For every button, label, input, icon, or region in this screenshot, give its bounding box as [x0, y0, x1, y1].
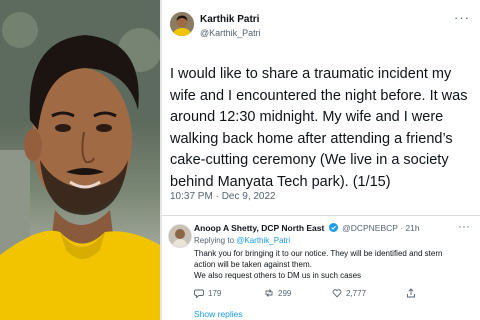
author-name[interactable]: Karthik Patri: [200, 14, 259, 25]
reply-text: Thank you for bringing it to our notice.…: [194, 248, 464, 281]
comment-icon: [194, 289, 204, 298]
heart-icon: [332, 289, 342, 298]
retweet-count: 299: [278, 288, 292, 298]
reply-actions: 179 299 2,777: [194, 288, 464, 300]
reply-count: 179: [208, 288, 222, 298]
like-action[interactable]: 2,777: [332, 288, 366, 298]
reply-author-avatar[interactable]: [168, 224, 192, 248]
profile-photo: [0, 0, 160, 320]
reply-header: Anoop A Shetty, DCP North East @DCPNEBCP…: [194, 223, 420, 233]
reply-text-line: We also request others to DM us in such …: [194, 271, 362, 280]
show-replies-link[interactable]: Show replies: [194, 309, 243, 319]
tweet-timestamp[interactable]: 10:37 PM · Dec 9, 2022: [170, 191, 276, 202]
replying-to-link[interactable]: @Karthik_Patri: [236, 236, 290, 245]
like-count: 2,777: [346, 288, 367, 298]
reply-more-options-icon[interactable]: ···: [458, 219, 470, 233]
replying-to: Replying to @Karthik_Patri: [194, 236, 290, 245]
share-action[interactable]: [406, 288, 416, 298]
retweet-action[interactable]: 299: [264, 288, 291, 298]
author-handle[interactable]: @Karthik_Patri: [200, 28, 261, 38]
reply-time[interactable]: · 21h: [400, 223, 419, 233]
tweet-text: I would like to share a traumatic incide…: [170, 66, 468, 190]
verified-badge-icon: [328, 223, 338, 232]
author-avatar[interactable]: [170, 12, 194, 36]
reply-author-name[interactable]: Anoop A Shetty, DCP North East: [194, 223, 324, 233]
more-options-icon[interactable]: ···: [454, 10, 470, 25]
replying-to-prefix: Replying to: [194, 236, 235, 245]
reply-card[interactable]: Anoop A Shetty, DCP North East @DCPNEBCP…: [162, 216, 480, 320]
tweet-card[interactable]: Karthik Patri @Karthik_Patri ··· I would…: [162, 0, 480, 215]
retweet-icon: [265, 289, 273, 297]
reply-author-handle[interactable]: @DCPNEBCP: [342, 223, 398, 233]
share-icon: [407, 288, 415, 298]
reply-text-line: Thank you for bringing it to our notice.…: [194, 249, 443, 269]
reply-action[interactable]: 179: [194, 288, 221, 298]
